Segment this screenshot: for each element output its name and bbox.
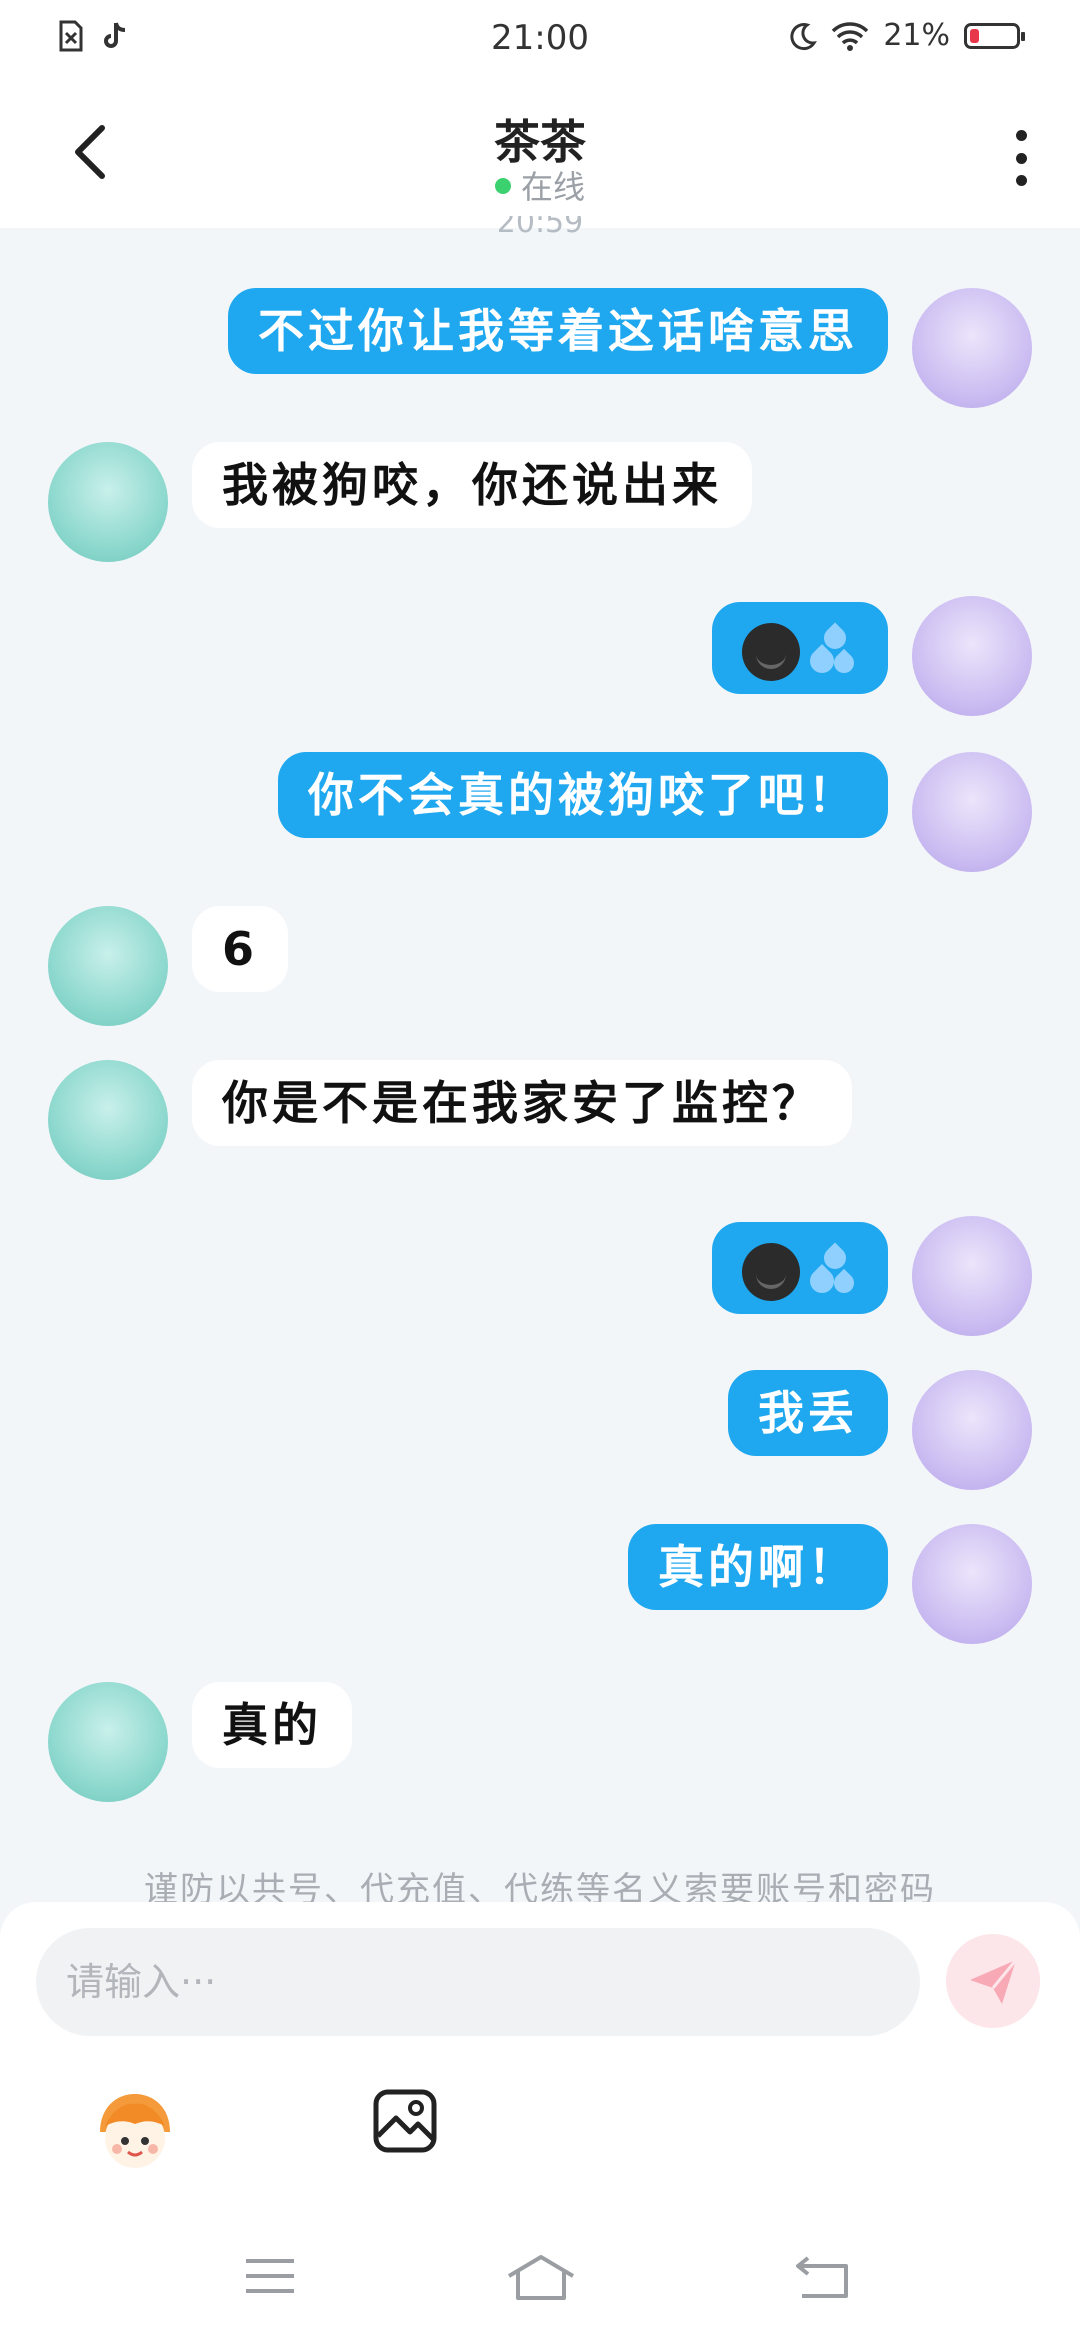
more-options-icon[interactable] (1014, 130, 1028, 186)
smirking-dark-face-emoji (742, 622, 800, 681)
wifi-icon (832, 21, 869, 51)
recent-apps-icon[interactable] (244, 2258, 296, 2294)
mascot-sticker-icon[interactable] (90, 2086, 180, 2176)
my-avatar[interactable] (912, 288, 1032, 408)
message-input[interactable]: 请输入··· (36, 1928, 920, 2036)
my-avatar[interactable] (912, 1216, 1032, 1336)
my-avatar[interactable] (912, 1524, 1032, 1644)
moon-icon (790, 22, 818, 50)
message-text: 不过你让我等着这话啥意思 (258, 304, 858, 358)
image-picker-icon[interactable] (372, 2088, 438, 2154)
message-bubble[interactable]: 不过你让我等着这话啥意思 (228, 288, 888, 374)
online-status: 在线 (0, 162, 1080, 208)
my-avatar[interactable] (912, 752, 1032, 872)
online-dot-icon (494, 178, 511, 194)
message-text: 真的 (222, 1698, 322, 1752)
message-text: 我丢 (758, 1386, 858, 1440)
message-bubble[interactable]: 我被狗咬，你还说出来 (192, 442, 752, 528)
battery-icon (964, 22, 1025, 49)
message-bubble[interactable]: 真的 (192, 1682, 352, 1768)
sweat-droplets-emoji (805, 621, 859, 681)
battery-percent: 21% (883, 18, 950, 53)
message-text: 真的啊！ (658, 1540, 858, 1594)
message-text: 我被狗咬，你还说出来 (222, 458, 722, 512)
contact-avatar[interactable] (48, 1682, 168, 1802)
status-bar: 21:00 21% (0, 0, 1080, 80)
contact-avatar[interactable] (48, 1060, 168, 1180)
smirking-dark-face-emoji (742, 1242, 800, 1301)
message-bubble[interactable]: 你是不是在我家安了监控？ (192, 1060, 852, 1146)
my-avatar[interactable] (912, 596, 1032, 716)
back-nav-icon[interactable] (794, 2254, 850, 2298)
message-bubble[interactable]: 你不会真的被狗咬了吧！ (278, 752, 888, 838)
contact-avatar[interactable] (48, 906, 168, 1026)
message-bubble[interactable]: 真的啊！ (628, 1524, 888, 1610)
message-bubble[interactable]: 6 (192, 906, 289, 992)
chat-header: 茶茶 在线 (0, 80, 1080, 228)
message-bubble[interactable]: 我丢 (728, 1370, 888, 1456)
message-bubble[interactable] (712, 1222, 888, 1314)
my-avatar[interactable] (912, 1370, 1032, 1490)
system-nav-bar (0, 2216, 1080, 2340)
message-timestamp: 20:59 (496, 216, 584, 238)
message-text: 你不会真的被狗咬了吧！ (308, 768, 858, 822)
security-notice: 谨防以共号、代充值、代练等名义索要账号和密码 (144, 1870, 936, 1902)
sweat-droplets-emoji (805, 1241, 859, 1301)
home-icon[interactable] (506, 2254, 576, 2300)
contact-avatar[interactable] (48, 442, 168, 562)
message-text: 6 (222, 922, 259, 976)
message-text: 你是不是在我家安了监控？ (222, 1076, 822, 1130)
send-button[interactable] (946, 1934, 1040, 2028)
message-bubble[interactable] (712, 602, 888, 694)
